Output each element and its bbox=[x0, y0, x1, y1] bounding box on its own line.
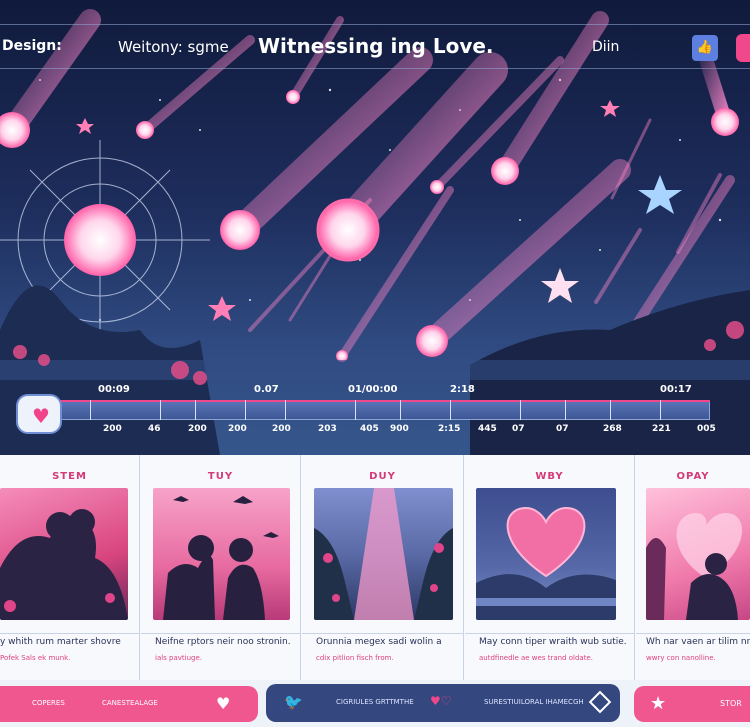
timeline-value-label: 07 bbox=[556, 424, 569, 434]
hero-banner: Design: Weitony: sgme Witnessing ing Lov… bbox=[0, 0, 750, 455]
heart-icon: ♥ bbox=[32, 404, 50, 428]
card-caption: autdfinedle ae wes trand oldate. bbox=[479, 654, 593, 662]
card-heading: TUY bbox=[207, 471, 234, 482]
share-label: CIGRIULES GRTTMTHE bbox=[336, 698, 414, 706]
timeline-tick bbox=[450, 400, 451, 420]
card-divider bbox=[141, 633, 301, 634]
card-description: Orunnia megex sadi wolin a bbox=[316, 637, 442, 647]
timeline-tick bbox=[610, 400, 611, 420]
timeline-value-label: 203 bbox=[318, 424, 337, 434]
couple-heart-icon bbox=[646, 513, 743, 620]
timeline-scrubber[interactable]: ♥ 00:09 0.07 01/00:00 2:18 00:17 200 46 … bbox=[0, 378, 750, 455]
card-heading: STEM bbox=[52, 471, 87, 482]
bottom-action-bar: COPERES CANESTEALAGE ♥ 🐦 CIGRIULES GRTTM… bbox=[0, 680, 750, 727]
timeline-progress bbox=[58, 400, 710, 402]
couple-silhouette-icon bbox=[163, 496, 279, 620]
hearts-icon[interactable]: ♥♡ bbox=[430, 694, 452, 708]
card-heading: DUY bbox=[369, 471, 396, 482]
social-share-bar[interactable]: 🐦 CIGRIULES GRTTMTHE ♥♡ SURESTIUILORAL I… bbox=[266, 684, 620, 722]
timeline-tick bbox=[245, 400, 246, 420]
timeline-tick bbox=[90, 400, 91, 420]
timeline-time-label: 0.07 bbox=[254, 384, 279, 395]
timeline-value-label: 200 bbox=[228, 424, 247, 434]
twitter-bird-icon[interactable]: 🐦 bbox=[284, 693, 303, 711]
timeline-tick bbox=[565, 400, 566, 420]
card-caption: Pofek Sals ek munk. bbox=[0, 654, 71, 662]
heart-icon[interactable]: ♥ bbox=[216, 694, 236, 714]
timeline-time-label: 00:17 bbox=[660, 384, 692, 395]
card-description: y whith rum marter shovre bbox=[0, 637, 121, 647]
like-button[interactable]: 👍 bbox=[692, 35, 718, 61]
timeline-value-label: 445 bbox=[478, 424, 497, 434]
light-beam-forest-icon bbox=[314, 488, 453, 620]
card-description: Neifne rptors neir noo stronin. bbox=[155, 637, 291, 647]
timeline-tick bbox=[520, 400, 521, 420]
card-caption: ials pavtiuge. bbox=[155, 654, 203, 662]
timeline-play-button[interactable]: ♥ bbox=[16, 394, 62, 434]
story-cards: STEM y whith rum marter shovre Pofek Sal… bbox=[0, 455, 750, 680]
diamond-icon[interactable] bbox=[588, 690, 612, 714]
card-divider bbox=[465, 633, 635, 634]
nav-divider-top bbox=[0, 24, 750, 25]
timeline-time-label: 01/00:00 bbox=[348, 384, 398, 395]
left-action-button[interactable]: COPERES CANESTEALAGE ♥ bbox=[0, 686, 258, 722]
card-image-couple-heart[interactable] bbox=[646, 488, 750, 620]
left-action-sublabel: CANESTEALAGE bbox=[102, 699, 158, 707]
card-heading: OPAY bbox=[676, 471, 710, 482]
timeline-value-label: 200 bbox=[103, 424, 122, 434]
timeline-value-label: 2:15 bbox=[438, 424, 461, 434]
card-description: Wh nar vaen ar tilim nrys bbox=[646, 637, 750, 647]
timeline-track[interactable] bbox=[58, 400, 710, 420]
card-divider bbox=[636, 633, 750, 634]
top-navigation: Design: Weitony: sgme Witnessing ing Lov… bbox=[0, 0, 750, 69]
card-image-light-beam[interactable] bbox=[314, 488, 453, 620]
card-image-couple-bats[interactable] bbox=[153, 488, 290, 620]
star-icon: ★ bbox=[650, 693, 667, 714]
timeline-tick bbox=[160, 400, 161, 420]
couple-silhouette-icon bbox=[0, 509, 128, 620]
share-sublabel: SURESTIUILORAL IHAMECGH bbox=[484, 698, 584, 706]
card-image-heart-sky[interactable] bbox=[476, 488, 616, 620]
timeline-value-label: 221 bbox=[652, 424, 671, 434]
story-card[interactable]: STEM y whith rum marter shovre Pofek Sal… bbox=[0, 455, 140, 680]
heart-landscape-icon bbox=[476, 506, 616, 620]
story-card[interactable]: WBY May conn tiper wraith wub sutie. aut… bbox=[465, 455, 635, 680]
card-caption: wwry con nanolline. bbox=[646, 654, 716, 662]
thumbs-up-icon: 👍 bbox=[696, 40, 714, 55]
page-title: Witnessing ing Love. bbox=[258, 34, 494, 58]
right-action-label: STOR bbox=[720, 699, 742, 708]
nav-divider-bottom bbox=[0, 68, 750, 69]
nav-diin-link[interactable]: Diin bbox=[592, 39, 619, 55]
story-card[interactable]: OPAY Wh nar vaen ar tilim nrys wwry con … bbox=[636, 455, 750, 680]
timeline-tick bbox=[355, 400, 356, 420]
timeline-tick bbox=[195, 400, 196, 420]
story-card[interactable]: DUY Orunnia megex sadi wolin a cdix pitl… bbox=[302, 455, 464, 680]
timeline-value-label: 46 bbox=[148, 424, 161, 434]
card-divider bbox=[302, 633, 464, 634]
timeline-tick bbox=[400, 400, 401, 420]
timeline-value-label: 200 bbox=[272, 424, 291, 434]
timeline-value-label: 405 bbox=[360, 424, 379, 434]
story-card[interactable]: TUY Neifne rptors neir noo stronin. ials… bbox=[141, 455, 301, 680]
timeline-value-label: 900 bbox=[390, 424, 409, 434]
nav-design-link[interactable]: Design: bbox=[2, 38, 62, 54]
menu-button[interactable] bbox=[736, 34, 750, 62]
right-action-button[interactable]: ★ STOR bbox=[634, 686, 750, 722]
timeline-time-label: 2:18 bbox=[450, 384, 475, 395]
timeline-value-label: 200 bbox=[188, 424, 207, 434]
timeline-tick bbox=[660, 400, 661, 420]
timeline-value-label: 268 bbox=[603, 424, 622, 434]
timeline-value-label: 005 bbox=[697, 424, 716, 434]
card-caption: cdix pitlion fisch from. bbox=[316, 654, 394, 662]
nav-weitony-link[interactable]: Weitony: sgme bbox=[118, 38, 229, 56]
timeline-tick bbox=[285, 400, 286, 420]
card-description: May conn tiper wraith wub sutie. bbox=[479, 637, 627, 647]
timeline-time-label: 00:09 bbox=[98, 384, 130, 395]
left-action-label: COPERES bbox=[32, 699, 65, 707]
card-image-couple-kissing[interactable] bbox=[0, 488, 128, 620]
card-heading: WBY bbox=[535, 471, 564, 482]
card-divider bbox=[0, 633, 140, 634]
timeline-value-label: 07 bbox=[512, 424, 525, 434]
